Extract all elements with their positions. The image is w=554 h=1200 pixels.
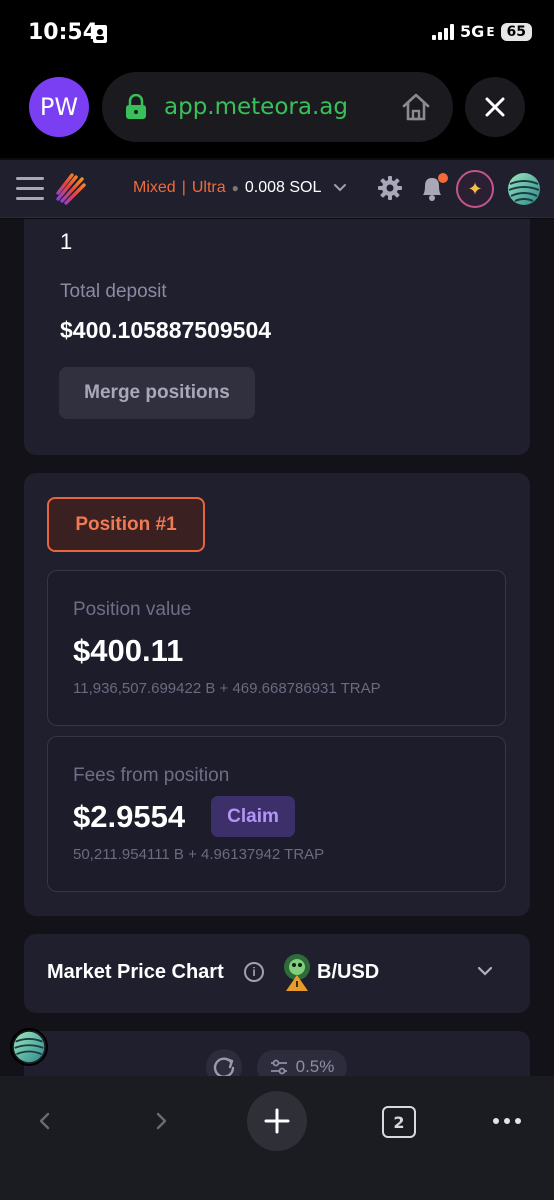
positions-summary-card: 1 Total deposit $400.105887509504 Merge … <box>24 219 530 455</box>
total-deposit-label: Total deposit <box>60 281 167 302</box>
forward-icon[interactable] <box>150 1110 172 1132</box>
claim-button[interactable]: Claim <box>211 796 295 837</box>
mode-mixed: Mixed <box>133 179 176 196</box>
gear-icon[interactable] <box>376 174 404 202</box>
slippage-button[interactable]: 0.5% <box>257 1050 347 1076</box>
refresh-button[interactable] <box>206 1049 242 1076</box>
merge-positions-button[interactable]: Merge positions <box>59 367 255 419</box>
sliders-icon <box>270 1059 287 1075</box>
network-sub-label: E <box>486 24 495 39</box>
token-b-icon <box>284 954 310 991</box>
url-text: app.meteora.ag <box>164 94 348 120</box>
info-icon[interactable]: i <box>244 962 264 982</box>
pair-label: B/USD <box>317 961 380 983</box>
sparkle-icon: ✦ <box>467 178 483 199</box>
position-value-detail: 11,936,507.699422 B + 469.668786931 TRAP <box>73 680 381 697</box>
position-value-label: Position value <box>73 599 192 620</box>
browser-toolbar: PW app.meteora.ag <box>0 68 554 158</box>
tabs-button[interactable]: 2 <box>382 1106 416 1138</box>
wallet-avatar-icon[interactable] <box>507 172 541 206</box>
status-bar: 10:54 5G E 65 <box>0 0 554 68</box>
meteora-logo-icon[interactable] <box>54 171 86 205</box>
swap-card: 0.5% <box>24 1031 530 1076</box>
fees-value: $2.9554 <box>73 799 186 834</box>
app-header: Mixed | Ultra ● 0.008 SOL ✦ <box>0 160 554 218</box>
positions-count: 1 <box>60 229 73 254</box>
network-label: 5G <box>460 22 485 41</box>
sparkle-button[interactable]: ✦ <box>456 170 494 208</box>
chevron-down-icon[interactable] <box>476 965 494 977</box>
battery-indicator: 65 <box>500 22 532 41</box>
position-value: $400.11 <box>73 633 184 668</box>
position-value-panel: Position value $400.11 11,936,507.699422… <box>47 570 506 726</box>
main-content: 1 Total deposit $400.105887509504 Merge … <box>0 219 554 1076</box>
mode-ultra: Ultra <box>191 179 226 196</box>
slippage-value: 0.5% <box>295 1057 335 1076</box>
browser-bottom-bar: 2 <box>0 1076 554 1200</box>
chevron-down-icon <box>334 184 347 192</box>
wallet-selector[interactable]: Mixed | Ultra ● 0.008 SOL <box>133 179 347 197</box>
hamburger-menu-icon[interactable] <box>16 177 44 201</box>
new-tab-button[interactable] <box>247 1091 307 1151</box>
floating-wallet-icon[interactable] <box>10 1028 48 1066</box>
refresh-icon <box>213 1057 235 1076</box>
close-button[interactable] <box>465 77 525 137</box>
address-bar[interactable]: app.meteora.ag <box>102 72 453 142</box>
lock-icon <box>126 94 146 119</box>
sol-balance: 0.008 SOL <box>244 179 322 196</box>
signal-icon <box>432 23 455 40</box>
mode-separator: | <box>181 179 186 196</box>
close-icon <box>485 97 505 117</box>
profile-avatar[interactable]: PW <box>29 77 89 137</box>
total-deposit-value: $400.105887509504 <box>60 317 272 343</box>
notifications-button[interactable] <box>419 173 448 203</box>
market-price-chart-header[interactable]: Market Price Chart i B/USD <box>24 934 530 1013</box>
more-options-icon[interactable] <box>493 1118 521 1124</box>
plus-icon <box>264 1108 290 1134</box>
market-price-chart-title: Market Price Chart <box>47 961 224 983</box>
position-card: Position #1 Position value $400.11 11,93… <box>24 473 530 916</box>
back-icon[interactable] <box>34 1110 56 1132</box>
fees-detail: 50,211.954111 B + 4.96137942 TRAP <box>73 846 325 863</box>
fees-panel: Fees from position $2.9554 Claim 50,211.… <box>47 736 506 892</box>
position-tab[interactable]: Position #1 <box>47 497 205 552</box>
fees-label: Fees from position <box>73 765 230 786</box>
separator-dot: ● <box>231 181 239 195</box>
notification-dot <box>438 173 448 183</box>
status-indicators: 5G E 65 <box>432 22 532 41</box>
contact-card-icon <box>93 25 107 43</box>
home-icon[interactable] <box>400 92 432 122</box>
status-time: 10:54 <box>28 20 99 45</box>
